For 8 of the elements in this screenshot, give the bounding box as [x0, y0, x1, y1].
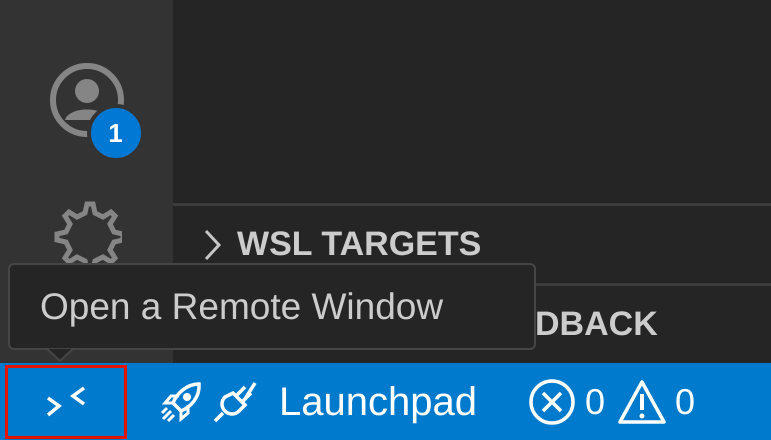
remote-button[interactable]	[5, 364, 127, 438]
error-icon[interactable]	[526, 376, 577, 426]
tooltip-pointer	[46, 348, 74, 362]
warning-count[interactable]: 0	[675, 374, 696, 428]
tooltip: Open a Remote Window	[8, 263, 536, 350]
launchpad-label[interactable]: Launchpad	[279, 372, 477, 432]
error-count[interactable]: 0	[584, 374, 605, 428]
warning-icon[interactable]	[617, 378, 667, 426]
